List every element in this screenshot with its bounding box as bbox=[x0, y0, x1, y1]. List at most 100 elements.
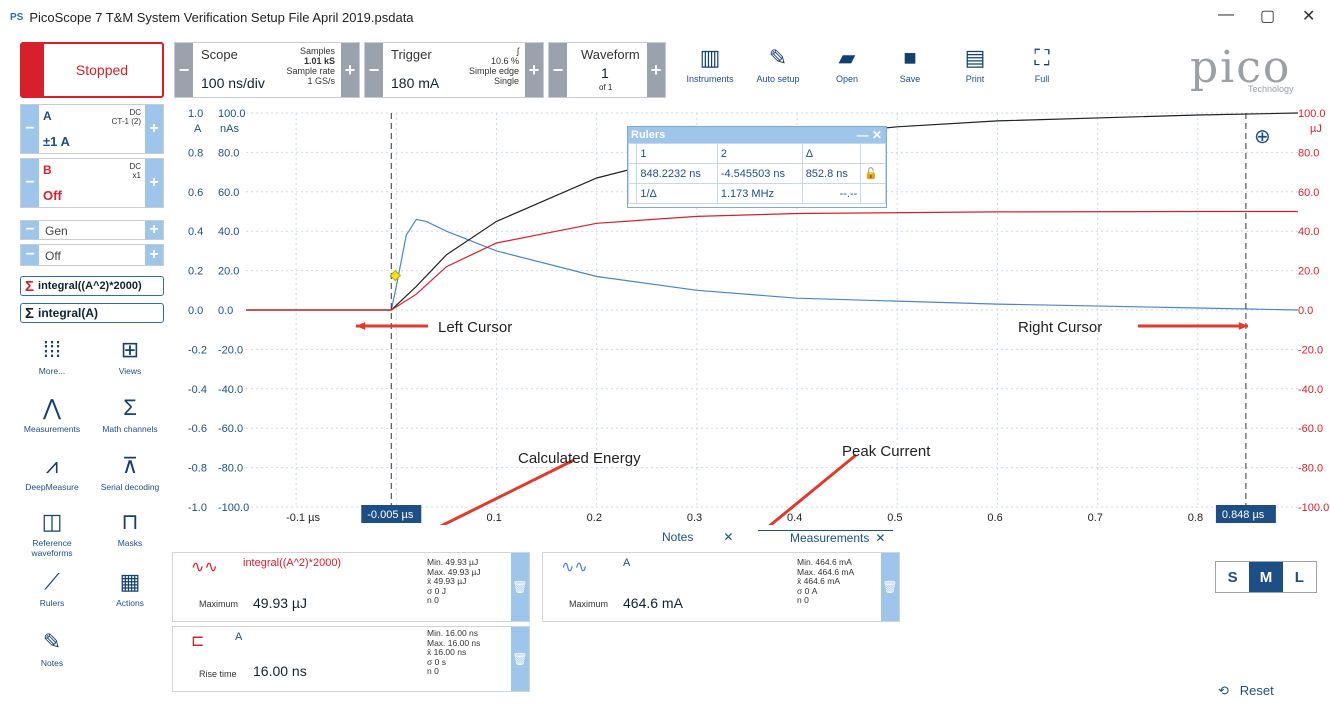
rulers-title-bar[interactable]: Rulers — ✕ bbox=[628, 127, 886, 143]
trigger-decrease-button[interactable]: − bbox=[365, 43, 383, 97]
delete-measurement-button[interactable]: 🗑 bbox=[511, 627, 529, 691]
trigger-details: ʃ 10.6 % Simple edge Single bbox=[469, 46, 519, 86]
print-button[interactable]: ▤ Print bbox=[945, 42, 1005, 84]
rulers-button[interactable]: ⟋ Rulers bbox=[16, 566, 88, 608]
auto-setup-button[interactable]: ✎ Auto setup bbox=[748, 42, 808, 84]
auto-setup-label: Auto setup bbox=[756, 74, 800, 84]
measurement-card-energy[interactable]: ∿∿ integral((A^2)*2000) Maximum 49.93 µJ… bbox=[172, 552, 530, 622]
generator-state-panel[interactable]: − Off + bbox=[20, 244, 164, 266]
size-small-button[interactable]: S bbox=[1216, 562, 1249, 592]
more-dots-icon: ⁞⁞⁞ bbox=[42, 337, 62, 362]
generator-state-increase[interactable]: + bbox=[145, 245, 163, 265]
open-label: Open bbox=[835, 74, 859, 84]
trigger-increase-button[interactable]: + bbox=[525, 43, 543, 97]
close-icon[interactable]: ✕ bbox=[723, 530, 733, 544]
masks-button[interactable]: ⊓ Masks bbox=[94, 506, 166, 548]
instruments-label: Instruments bbox=[686, 74, 734, 84]
timebase-decrease-button[interactable]: − bbox=[175, 43, 193, 97]
run-stop-button[interactable]: Stopped bbox=[20, 42, 164, 98]
close-icon[interactable]: — ✕ bbox=[857, 127, 882, 143]
instruments-icon: ▥ bbox=[699, 45, 721, 70]
serial-decoding-label: Serial decoding bbox=[100, 482, 160, 492]
size-medium-button[interactable]: M bbox=[1249, 562, 1283, 592]
auto-setup-icon: ✎ bbox=[768, 45, 788, 70]
pico-logo-sub: Technology bbox=[1248, 84, 1294, 94]
ruler-icon: ⟋ bbox=[44, 569, 60, 594]
math-channel-integral[interactable]: Σintegral(A) bbox=[20, 303, 164, 323]
right-cursor-arrow-head bbox=[1238, 322, 1248, 330]
reset-button[interactable]: ⟲ Reset bbox=[1218, 683, 1274, 699]
channel-a-coupling-text: DC bbox=[129, 108, 141, 117]
generator-increase[interactable]: + bbox=[145, 221, 163, 239]
instruments-button[interactable]: ▥ Instruments bbox=[680, 42, 740, 84]
series-line-2 bbox=[246, 210, 1298, 311]
channel-b-range-increase[interactable]: + bbox=[145, 159, 163, 207]
tab-notes[interactable]: Notes ✕ bbox=[622, 530, 733, 550]
measurements-tool-button[interactable]: ⋀ Measurements bbox=[16, 392, 88, 434]
y-tick-label-a: 0.2 bbox=[188, 266, 203, 278]
left-cursor-label: -0.005 µs bbox=[367, 509, 414, 521]
full-button[interactable]: ⛶ Full bbox=[1012, 42, 1072, 84]
trash-icon: 🗑 bbox=[512, 652, 528, 666]
reference-waveforms-button[interactable]: ◫ Reference waveforms bbox=[16, 506, 88, 558]
delete-measurement-button[interactable]: 🗑 bbox=[511, 553, 529, 621]
more-button[interactable]: ⁞⁞⁞ More... bbox=[16, 334, 88, 376]
math-channels-button[interactable]: Σ Math channels bbox=[94, 392, 166, 434]
close-icon[interactable]: ✕ bbox=[875, 531, 885, 545]
save-button[interactable]: ■ Save bbox=[880, 42, 940, 84]
delete-measurement-button[interactable]: 🗑 bbox=[881, 553, 899, 621]
channel-a-panel[interactable]: − A DC CT-1 (2) ±1 A + bbox=[20, 104, 164, 154]
measurement-card-peak[interactable]: ∿∿ A Maximum 464.6 mA Min. 464.6 mA Max. … bbox=[542, 552, 900, 622]
close-button[interactable]: ✕ bbox=[1302, 6, 1315, 26]
trigger-level[interactable]: 180 mA bbox=[391, 75, 439, 91]
measurement-card-rise[interactable]: ⊏ A Rise time 16.00 ns Min. 16.00 ns Max.… bbox=[172, 626, 530, 692]
y-tick-label-a: 0.8 bbox=[188, 147, 203, 159]
y-tick-label-right: 0.0 bbox=[1298, 305, 1313, 317]
waveform-number: 1 bbox=[601, 65, 609, 81]
views-button[interactable]: ⊞ Views bbox=[94, 334, 166, 376]
timebase-value[interactable]: 100 ns/div bbox=[201, 75, 265, 91]
rulers-inv-label: 1/Δ bbox=[636, 183, 718, 204]
notes-tool-button[interactable]: ✎ Notes bbox=[16, 626, 88, 668]
open-button[interactable]: ▰ Open bbox=[817, 42, 877, 84]
channel-b-panel[interactable]: − B DC x1 Off + bbox=[20, 158, 164, 208]
lock-icon[interactable]: 🔓 bbox=[860, 163, 886, 184]
measurements-icon: ⋀ bbox=[42, 395, 62, 420]
size-large-button[interactable]: L bbox=[1283, 562, 1316, 592]
waveform-next-button[interactable]: + bbox=[647, 43, 665, 97]
tab-measurements-label: Measurements bbox=[790, 531, 870, 545]
y-tick-label-nas: -80.0 bbox=[218, 463, 243, 475]
waveform-count: of 1 bbox=[599, 83, 613, 92]
tab-measurements[interactable]: Measurements ✕ bbox=[758, 530, 894, 550]
actions-button[interactable]: ▦ Actions bbox=[94, 566, 166, 608]
timebase-increase-button[interactable]: + bbox=[341, 43, 359, 97]
minimize-button[interactable]: — bbox=[1218, 6, 1234, 24]
y-tick-label-a: -0.8 bbox=[188, 463, 207, 475]
y-tick-label-a: -1.0 bbox=[188, 502, 207, 514]
rulers-panel[interactable]: Rulers — ✕ 12Δ 848.2232 ns -4.545503 ns 852… bbox=[627, 126, 887, 208]
channel-a-range-increase[interactable]: + bbox=[145, 105, 163, 153]
waveform-prev-button[interactable]: − bbox=[549, 43, 567, 97]
print-label: Print bbox=[965, 74, 985, 84]
generator-decrease[interactable]: − bbox=[21, 221, 39, 239]
deepmeasure-button[interactable]: ⩘ DeepMeasure bbox=[16, 450, 88, 492]
generator-state-decrease[interactable]: − bbox=[21, 245, 39, 265]
generator-panel[interactable]: − Gen + bbox=[20, 220, 164, 240]
measurement-rise-label: Rise time bbox=[199, 669, 237, 679]
channel-a-range-decrease[interactable]: − bbox=[21, 105, 39, 153]
maximize-button[interactable]: ▢ bbox=[1260, 6, 1275, 26]
left-cursor-annotation: Left Cursor bbox=[438, 319, 513, 336]
notes-label: Notes bbox=[40, 658, 64, 668]
sine-wave-icon: ∿∿ bbox=[561, 559, 588, 576]
reference-waveforms-icon: ◫ bbox=[41, 509, 63, 534]
measurement-peak-name: A bbox=[623, 557, 631, 569]
channel-b-range-decrease[interactable]: − bbox=[21, 159, 39, 207]
channel-b-range: Off bbox=[43, 188, 62, 203]
y-tick-label-nas: 20.0 bbox=[218, 266, 239, 278]
serial-decoding-button[interactable]: ⊼ Serial decoding bbox=[94, 450, 166, 492]
math-channel-energy[interactable]: Σintegral((A^2)*2000) bbox=[20, 276, 164, 296]
rulers-hd: Δ bbox=[801, 143, 862, 164]
math-channel-energy-label: integral((A^2)*2000) bbox=[38, 280, 142, 292]
y-tick-label-right: 60.0 bbox=[1298, 187, 1319, 199]
y-tick-label-right: -60.0 bbox=[1298, 423, 1323, 435]
